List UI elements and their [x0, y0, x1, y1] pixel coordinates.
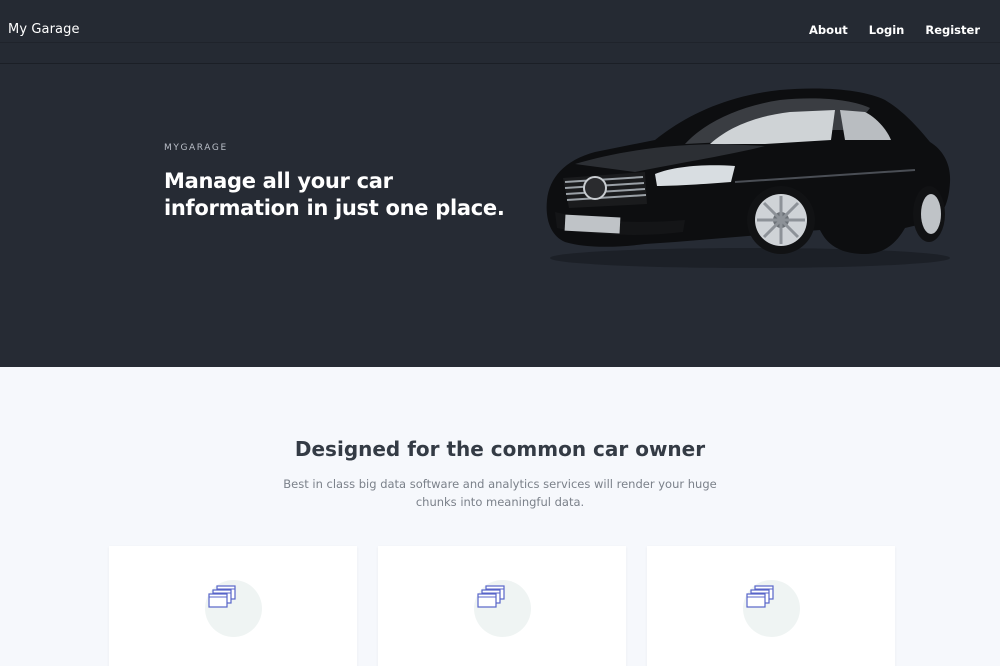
hero-eyebrow: MYGARAGE: [164, 143, 228, 153]
nav-about-link[interactable]: About: [809, 23, 848, 37]
feature-icon-circle: [743, 580, 800, 637]
nav-register-link[interactable]: Register: [925, 23, 980, 37]
stacked-windows-icon: [477, 585, 505, 608]
feature-icon-circle: [205, 580, 262, 637]
feature-card-2: [378, 546, 626, 666]
car-image: [546, 88, 951, 268]
nav-links: About Login Register: [809, 23, 980, 37]
feature-card-3: [647, 546, 895, 666]
nav-login-link[interactable]: Login: [869, 23, 905, 37]
hero-headline: Manage all your car information in just …: [164, 169, 505, 220]
feature-card-1: [109, 546, 357, 666]
stacked-windows-icon: [746, 585, 774, 608]
stacked-windows-icon: [208, 585, 236, 608]
feature-icon-circle: [474, 580, 531, 637]
navbar-divider: [0, 42, 1000, 43]
features-subtitle: Best in class big data software and anal…: [283, 477, 717, 509]
features-title: Designed for the common car owner: [294, 437, 706, 461]
brand-logo-link[interactable]: My Garage: [8, 22, 80, 37]
hero-section: MYGARAGE Manage all your car information…: [0, 64, 1000, 367]
top-navbar: My Garage About Login Register: [0, 0, 1000, 64]
features-section: Designed for the common car owner Best i…: [0, 367, 1000, 666]
